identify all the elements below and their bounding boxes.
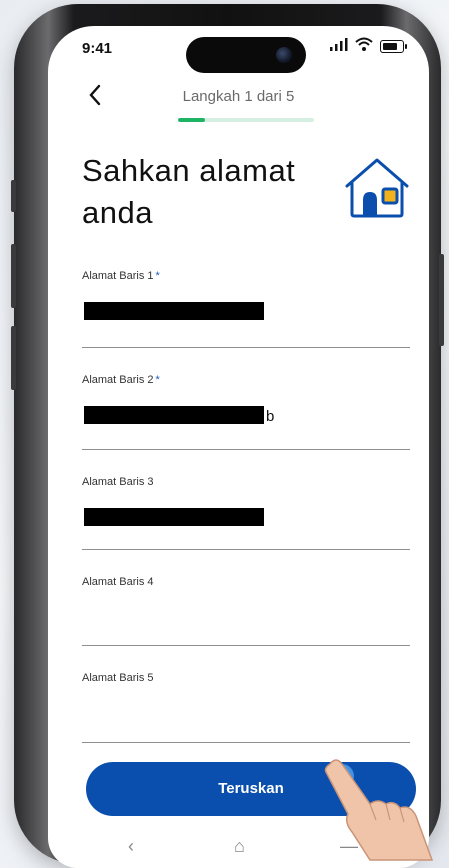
field-label: Alamat Baris 4 [82, 576, 154, 588]
house-icon [345, 158, 409, 218]
field-label: Alamat Baris 3 [82, 476, 154, 488]
battery-tip [405, 44, 407, 49]
redacted-value [84, 406, 264, 424]
field-underline [82, 645, 410, 646]
phone-frame: 9:41 Langkah 1 dari 5 Sahkan alamat anda… [11, 4, 444, 868]
nav-home-icon[interactable]: ⌂ [234, 836, 245, 857]
progress-fill [178, 118, 206, 122]
power-button [439, 254, 444, 346]
status-time: 9:41 [82, 40, 113, 57]
redacted-value [84, 302, 264, 320]
progress-bar [178, 118, 314, 122]
field-underline [82, 449, 410, 450]
wifi-icon [355, 37, 373, 51]
required-marker: * [155, 374, 160, 386]
field-underline [82, 347, 410, 348]
field-label: Alamat Baris 2 [82, 374, 154, 386]
signal-icon [330, 38, 348, 51]
field-alamat-baris-4[interactable]: Alamat Baris 4 [82, 576, 410, 646]
field-alamat-baris-1[interactable]: Alamat Baris 1 * [82, 270, 410, 348]
step-indicator: Langkah 1 dari 5 [182, 88, 295, 105]
camera-icon [276, 47, 292, 63]
field-label: Alamat Baris 1 [82, 270, 154, 282]
page-title: Sahkan alamat anda [82, 153, 296, 230]
battery-icon [380, 40, 404, 53]
field-alamat-baris-2[interactable]: Alamat Baris 2 * b [82, 374, 410, 450]
field-underline [82, 549, 410, 550]
field-label: Alamat Baris 5 [82, 672, 154, 684]
field-alamat-baris-5[interactable]: Alamat Baris 5 [82, 672, 410, 743]
nav-back-icon[interactable]: ‹ [128, 836, 134, 857]
status-bar: 9:41 [48, 26, 429, 73]
volume-up-button [11, 244, 16, 308]
mute-switch [11, 180, 16, 212]
required-marker: * [155, 270, 160, 282]
redacted-value [84, 508, 264, 526]
pointing-hand-icon [324, 759, 434, 861]
volume-down-button [11, 326, 16, 390]
dynamic-island [186, 37, 306, 73]
value-tail: b [266, 408, 275, 425]
field-alamat-baris-3[interactable]: Alamat Baris 3 [82, 476, 410, 550]
